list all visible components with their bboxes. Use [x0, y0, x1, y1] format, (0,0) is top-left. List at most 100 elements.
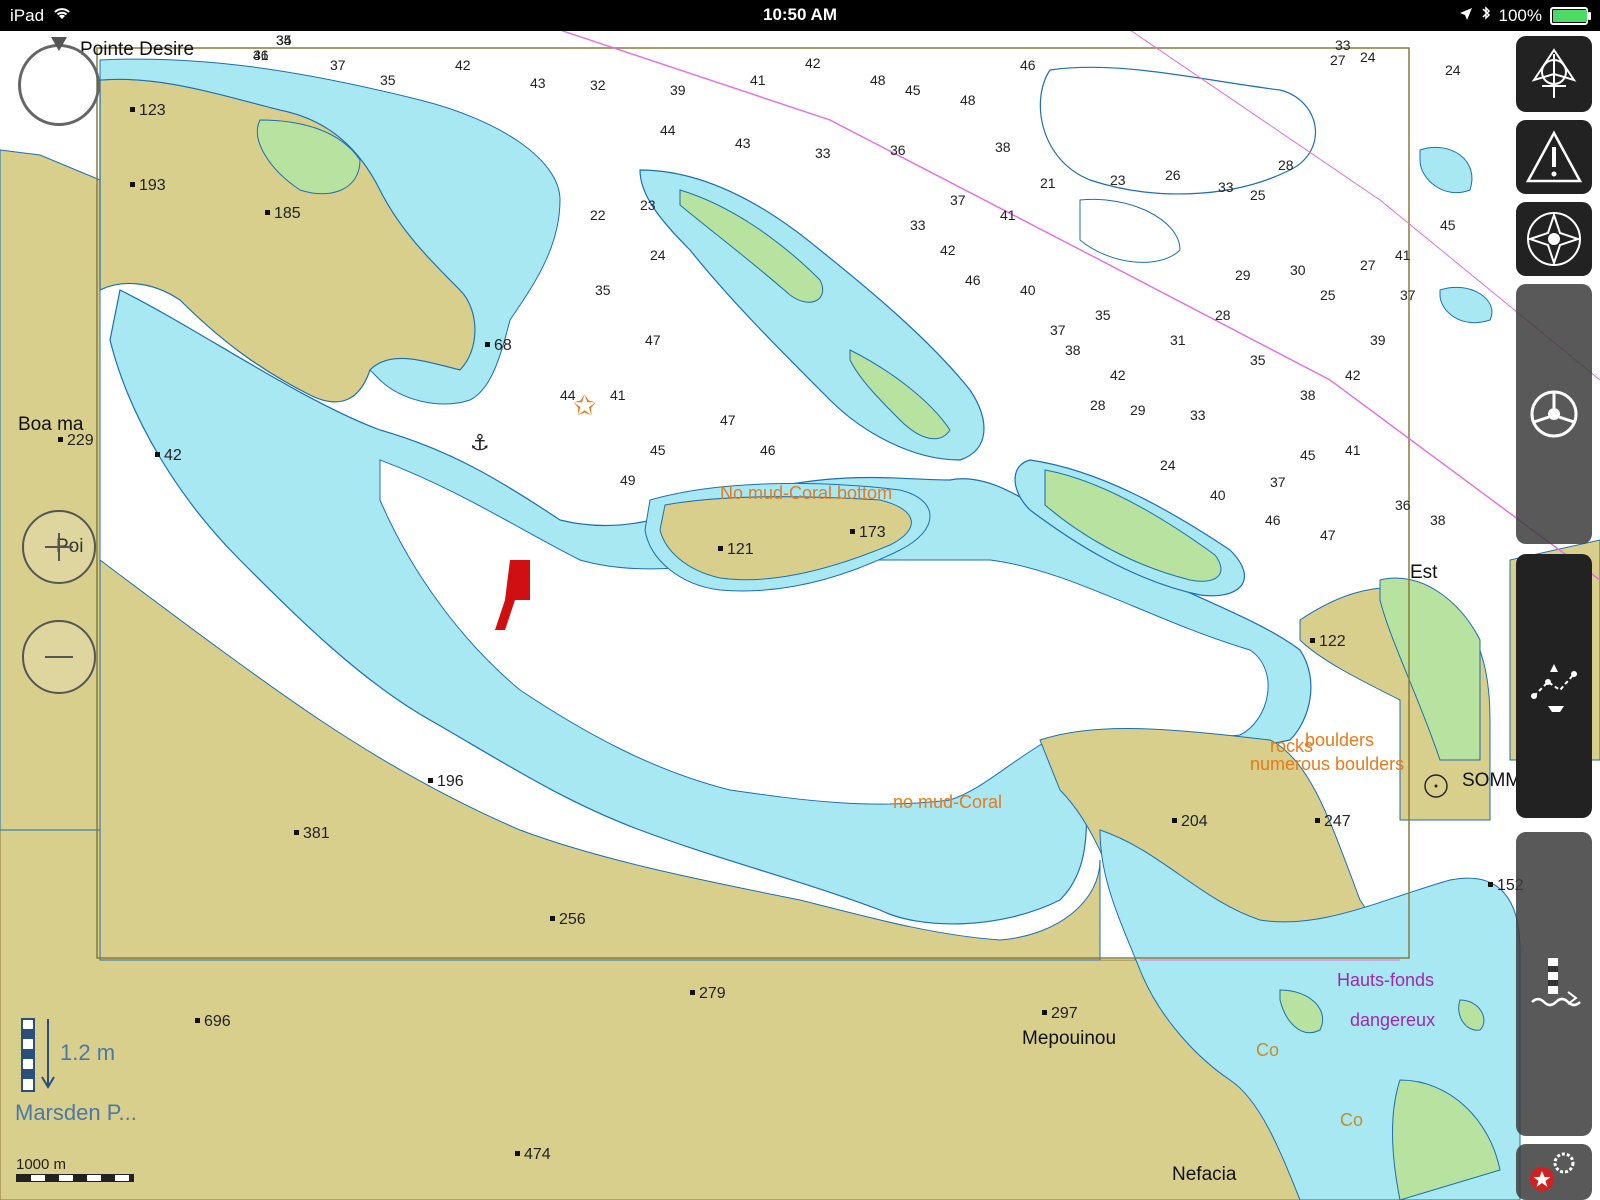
depth-sounding: 49 [620, 472, 636, 488]
height-marker [155, 452, 160, 457]
depth-sounding: 23 [1110, 172, 1126, 188]
place-nefacia: Nefacia [1172, 1164, 1237, 1185]
note-boulders: boulders [1305, 730, 1374, 750]
depth-sounding: 39 [1370, 332, 1386, 348]
minus-icon [45, 656, 73, 658]
depth-sounding: 37 [330, 57, 346, 73]
land-height: 196 [437, 773, 464, 790]
depth-sounding: 46 [1020, 57, 1036, 73]
note-numerous-boulders: numerous boulders [1250, 754, 1404, 774]
tide-gauge[interactable] [18, 1015, 58, 1100]
svg-text:⚓: ⚓ [470, 431, 490, 456]
nautical-chart-map[interactable]: ⚓ ✩ 123193185682294219638125627969647429… [0, 0, 1600, 1200]
route-tool-button[interactable] [1516, 36, 1592, 112]
depth-sounding: 36 [890, 142, 906, 158]
place-pointe-desire: Pointe Desire [80, 39, 194, 60]
depth-sounding: 41 [1000, 207, 1016, 223]
depth-sounding: 28 [1278, 157, 1294, 173]
depth-sounding: 28 [1090, 397, 1106, 413]
tide-tool-button[interactable] [1516, 832, 1592, 1136]
depth-sounding: 31 [1170, 332, 1186, 348]
height-marker [428, 778, 433, 783]
height-marker [850, 529, 855, 534]
track-boat-icon [1531, 664, 1577, 712]
depth-sounding: 33 [1218, 179, 1234, 195]
depth-sounding: 41 [253, 47, 269, 63]
depth-sounding: 36 [1395, 497, 1411, 513]
bluetooth-icon [1481, 5, 1491, 26]
note-rocks: rocks [1270, 736, 1313, 756]
depth-sounding: 45 [1440, 217, 1456, 233]
depth-sounding: 25 [1320, 287, 1336, 303]
tide-station-name[interactable]: Marsden P... [15, 1100, 137, 1126]
tide-icon [1531, 958, 1581, 1007]
tide-height: 1.2 m [60, 1040, 116, 1065]
depth-sounding: 42 [455, 57, 471, 73]
depth-sounding: 41 [1345, 442, 1361, 458]
depth-sounding: 38 [995, 139, 1011, 155]
height-marker [718, 546, 723, 551]
depth-sounding: 41 [610, 387, 626, 403]
depth-sounding: 35 [595, 282, 611, 298]
depth-sounding: 42 [805, 55, 821, 71]
height-marker [515, 1151, 520, 1156]
height-marker [1315, 818, 1320, 823]
land-height: 279 [699, 985, 726, 1002]
depth-sounding: 43 [735, 135, 751, 151]
place-mepouinou: Mepouinou [1022, 1028, 1116, 1049]
height-marker [1310, 638, 1315, 643]
status-time: 10:50 AM [762, 5, 837, 24]
height-marker [690, 990, 695, 995]
depth-sounding: 46 [1265, 512, 1281, 528]
depth-sounding: 24 [650, 247, 666, 263]
north-up-compass[interactable] [18, 37, 100, 126]
depth-sounding: 41 [1395, 247, 1411, 263]
depth-sounding: 48 [870, 72, 886, 88]
land-height: 696 [204, 1013, 231, 1030]
track-tool-button[interactable] [1516, 554, 1592, 818]
zoom-in-button[interactable] [22, 510, 96, 584]
scale-bar [16, 1174, 134, 1182]
depth-sounding: 42 [1110, 367, 1126, 383]
depth-sounding: 38 [1065, 342, 1081, 358]
depth-sounding: 21 [1040, 175, 1056, 191]
height-marker [195, 1018, 200, 1023]
land-height: 185 [274, 205, 301, 222]
depth-sounding: 24 [1445, 62, 1461, 78]
note-dangereux: dangereux [1350, 1010, 1435, 1030]
svg-text:✩: ✩ [573, 389, 596, 422]
depth-sounding: 38 [1300, 387, 1316, 403]
helm-tool-button[interactable] [1516, 284, 1592, 544]
warning-tool-button[interactable] [1516, 120, 1592, 194]
depth-sounding: 37 [1400, 287, 1416, 303]
depth-sounding: 41 [750, 72, 766, 88]
compass-rose-icon [1526, 211, 1582, 267]
compass-tool-button[interactable] [1516, 202, 1592, 276]
depth-sounding: 47 [645, 332, 661, 348]
zoom-out-button[interactable] [22, 620, 96, 694]
depth-sounding: 40 [1210, 487, 1226, 503]
status-bar: iPad 10:50 AM 100% [0, 0, 1600, 31]
land-height: 42 [164, 447, 182, 464]
place-boa-ma: Boa ma [18, 414, 84, 435]
height-marker [130, 182, 135, 187]
depth-sounding: 48 [960, 92, 976, 108]
land-height: 122 [1319, 633, 1346, 650]
depth-sounding: 43 [530, 75, 546, 91]
tide-gauge-icon [21, 1018, 55, 1092]
depth-sounding: 35 [1250, 352, 1266, 368]
depth-sounding: 46 [965, 272, 981, 288]
depth-sounding: 33 [815, 145, 831, 161]
depth-sounding: 33 [1190, 407, 1206, 423]
north-arrow-icon [51, 37, 67, 51]
height-marker [550, 916, 555, 921]
land-height: 193 [139, 177, 166, 194]
battery-percent: 100% [1498, 5, 1542, 25]
land-height: 173 [859, 524, 886, 541]
settings-tool-button[interactable] [1516, 1144, 1592, 1200]
depth-sounding: 32 [590, 77, 606, 93]
depth-sounding: 42 [940, 242, 956, 258]
depth-sounding: 30 [1290, 262, 1306, 278]
battery-icon [1550, 6, 1591, 25]
land-height: 68 [494, 337, 512, 354]
